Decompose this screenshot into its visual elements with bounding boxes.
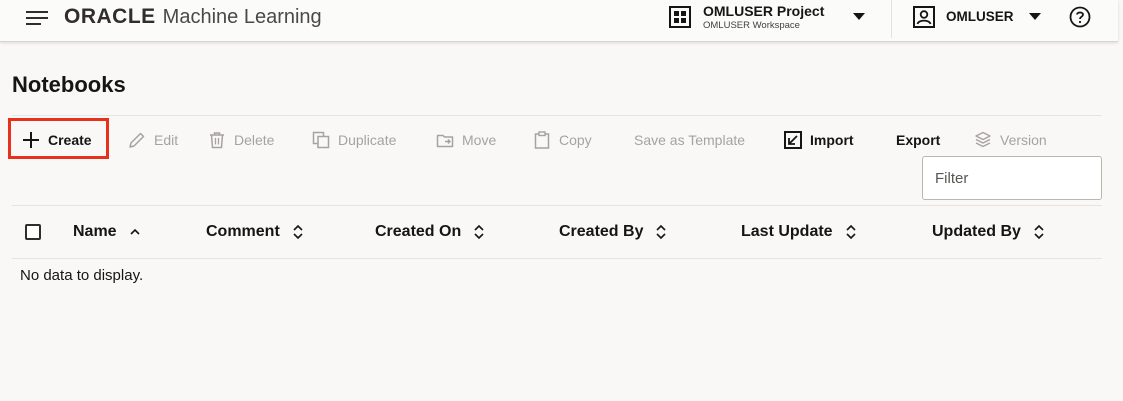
page-title: Notebooks xyxy=(12,72,126,97)
pencil-icon xyxy=(129,132,145,148)
version-button-label: Version xyxy=(1000,132,1047,148)
create-button[interactable]: Create xyxy=(22,126,92,154)
save-as-template-button-label: Save as Template xyxy=(634,132,746,148)
help-icon[interactable] xyxy=(1069,6,1091,28)
column-header-name-label: Name xyxy=(73,223,117,240)
sort-icon[interactable] xyxy=(1033,224,1045,240)
duplicate-icon xyxy=(312,131,330,149)
sort-icon[interactable] xyxy=(845,224,857,240)
column-header-name[interactable]: Name xyxy=(73,222,141,242)
divider xyxy=(12,258,1102,259)
column-header-comment[interactable]: Comment xyxy=(206,222,304,242)
move-button-label: Move xyxy=(462,132,497,148)
logo-product-name: Machine Learning xyxy=(162,5,322,28)
grid-icon[interactable] xyxy=(669,6,691,28)
column-header-last-update[interactable]: Last Update xyxy=(741,222,857,242)
version-button[interactable]: Version xyxy=(974,126,1047,154)
duplicate-button-label: Duplicate xyxy=(338,132,397,148)
empty-table-message: No data to display. xyxy=(20,267,144,284)
divider xyxy=(12,115,1102,116)
user-dropdown-caret-icon[interactable] xyxy=(1028,12,1042,21)
column-header-updated-by-label: Updated By xyxy=(932,223,1021,240)
header-divider xyxy=(891,0,892,38)
clipboard-icon xyxy=(534,131,550,149)
sort-icon[interactable] xyxy=(655,224,667,240)
move-icon xyxy=(436,134,454,148)
import-icon xyxy=(784,131,802,149)
trash-icon xyxy=(210,132,224,149)
project-name[interactable]: OMLUSER Project xyxy=(703,3,824,19)
select-all-checkbox[interactable] xyxy=(25,224,41,240)
import-button-label: Import xyxy=(810,132,854,148)
edit-button[interactable]: Edit xyxy=(128,126,178,154)
sort-icon[interactable] xyxy=(473,224,485,240)
user-icon[interactable] xyxy=(913,6,935,28)
delete-button[interactable]: Delete xyxy=(208,126,274,154)
create-button-label: Create xyxy=(48,132,92,148)
column-header-last-update-label: Last Update xyxy=(741,223,833,240)
workspace-name: OMLUSER Workspace xyxy=(703,20,800,31)
sort-ascending-icon[interactable] xyxy=(129,227,141,237)
app-header: ORACLE Machine Learning OMLUSER Project … xyxy=(0,0,1118,42)
project-dropdown-caret-icon[interactable] xyxy=(852,12,866,21)
edit-button-label: Edit xyxy=(154,132,179,148)
save-as-template-button[interactable]: Save as Template xyxy=(634,126,745,154)
move-button[interactable]: Move xyxy=(436,126,496,154)
hamburger-menu-icon[interactable] xyxy=(26,10,50,26)
sort-icon[interactable] xyxy=(292,224,304,240)
filter-input[interactable] xyxy=(922,156,1102,200)
column-header-comment-label: Comment xyxy=(206,223,280,240)
export-button[interactable]: Export xyxy=(896,126,940,154)
delete-button-label: Delete xyxy=(234,132,275,148)
plus-icon xyxy=(23,132,39,148)
logo-brand: ORACLE xyxy=(64,5,156,28)
column-header-updated-by[interactable]: Updated By xyxy=(932,222,1045,242)
oracle-ml-logo: ORACLE Machine Learning xyxy=(64,5,322,29)
divider xyxy=(12,205,1102,206)
layers-icon xyxy=(975,131,991,148)
column-header-created-on[interactable]: Created On xyxy=(375,222,485,242)
column-header-created-on-label: Created On xyxy=(375,223,462,240)
column-header-created-by-label: Created By xyxy=(559,223,644,240)
column-header-created-by[interactable]: Created By xyxy=(559,222,667,242)
copy-button-label: Copy xyxy=(559,132,592,148)
duplicate-button[interactable]: Duplicate xyxy=(312,126,396,154)
export-button-label: Export xyxy=(896,132,941,148)
import-button[interactable]: Import xyxy=(784,126,854,154)
copy-button[interactable]: Copy xyxy=(533,126,592,154)
user-name[interactable]: OMLUSER xyxy=(946,9,1014,24)
